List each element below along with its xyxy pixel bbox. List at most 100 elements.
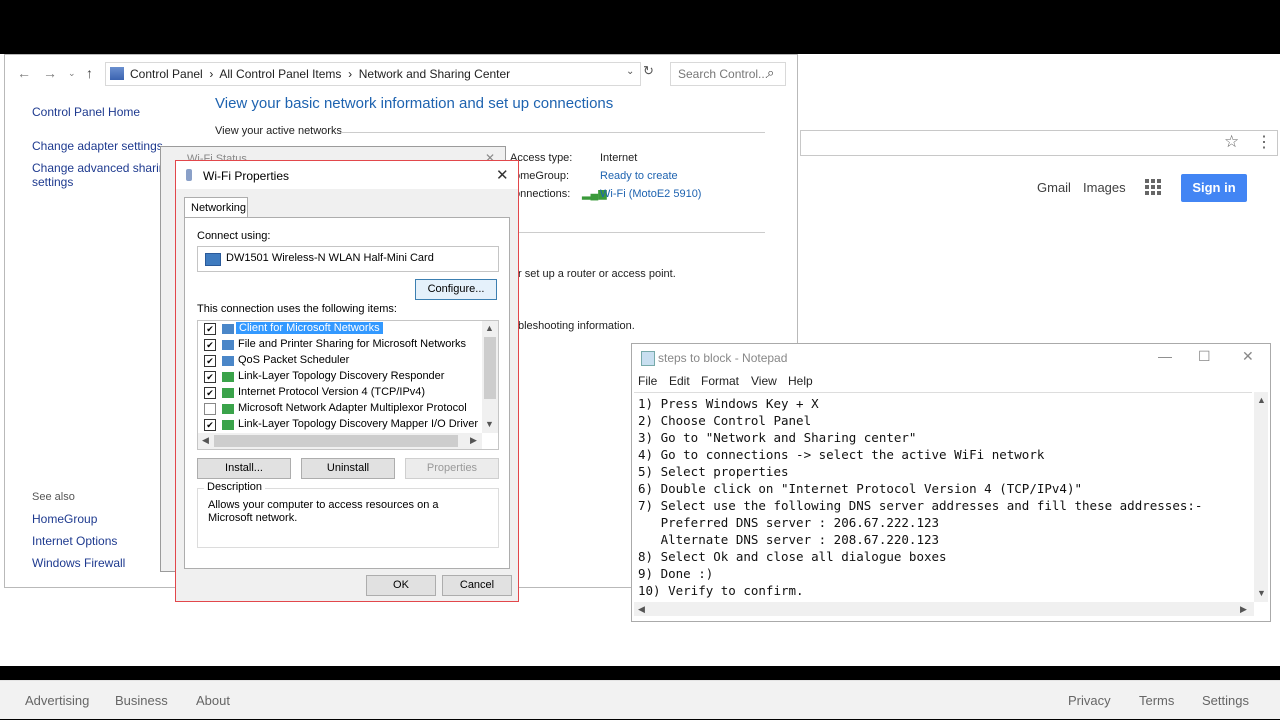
- adapter-field: DW1501 Wireless-N WLAN Half-Mini Card: [197, 246, 499, 272]
- close-icon[interactable]: ✕: [1242, 348, 1254, 365]
- setup-connection-text: r set up a router or access point.: [518, 268, 676, 280]
- scroll-thumb[interactable]: [214, 435, 458, 447]
- tab-label: Networking: [191, 202, 247, 214]
- wifi-properties-dialog: Wi-Fi Properties ✕ Networking Connect us…: [175, 160, 519, 602]
- properties-button[interactable]: Properties: [405, 458, 499, 479]
- list-item[interactable]: ✔ QoS Packet Scheduler: [198, 353, 482, 369]
- notepad-icon: [641, 351, 655, 366]
- checkbox[interactable]: ✔: [204, 371, 216, 383]
- horizontal-scrollbar[interactable]: ◀ ▶: [198, 433, 482, 449]
- list-item[interactable]: ✔ File and Printer Sharing for Microsoft…: [198, 337, 482, 353]
- install-button[interactable]: Install...: [197, 458, 291, 479]
- uninstall-button[interactable]: Uninstall: [301, 458, 395, 479]
- footer-about[interactable]: About: [196, 693, 230, 708]
- homegroup-link[interactable]: HomeGroup: [32, 512, 97, 526]
- access-type-value: Internet: [600, 152, 638, 164]
- windows-firewall-link[interactable]: Windows Firewall: [32, 556, 125, 570]
- list-item-label: File and Printer Sharing for Microsoft N…: [238, 338, 467, 350]
- menu-format[interactable]: Format: [701, 374, 739, 388]
- menu-help[interactable]: Help: [788, 374, 813, 388]
- network-client-icon: [222, 324, 234, 334]
- list-item[interactable]: ✔ Link-Layer Topology Discovery Responde…: [198, 369, 482, 385]
- menu-file[interactable]: File: [638, 374, 657, 388]
- search-input[interactable]: Search Control... ⌕: [670, 62, 786, 86]
- list-item[interactable]: ✔ Link-Layer Topology Discovery Mapper I…: [198, 417, 482, 433]
- editor-content: 1) Press Windows Key + X 2) Choose Contr…: [638, 396, 1203, 598]
- ok-button[interactable]: OK: [366, 575, 436, 596]
- close-icon[interactable]: ✕: [496, 166, 509, 184]
- protocol-icon: [222, 420, 234, 430]
- footer-settings[interactable]: Settings: [1202, 693, 1249, 708]
- scroll-down-icon[interactable]: ▼: [1257, 588, 1266, 598]
- scroll-left-icon[interactable]: ◀: [202, 435, 209, 446]
- change-adapter-settings-link[interactable]: Change adapter settings: [32, 139, 163, 153]
- gmail-link[interactable]: Gmail: [1037, 180, 1071, 195]
- description-legend: Description: [204, 481, 266, 493]
- browser-menu-icon[interactable]: ⋮: [1256, 132, 1272, 152]
- footer-terms[interactable]: Terms: [1139, 693, 1174, 708]
- footer-business[interactable]: Business: [115, 693, 168, 708]
- footer-advertising[interactable]: Advertising: [25, 693, 89, 708]
- checkbox[interactable]: ✔: [204, 339, 216, 351]
- menu-view[interactable]: View: [751, 374, 777, 388]
- change-advanced-sharing-link-cont[interactable]: settings: [32, 175, 73, 189]
- search-icon[interactable]: ⌕: [767, 65, 774, 81]
- checkbox[interactable]: ✔: [204, 419, 216, 431]
- description-group: Description Allows your computer to acce…: [197, 481, 499, 548]
- list-item-label: Client for Microsoft Networks: [236, 322, 383, 334]
- scroll-thumb[interactable]: [484, 337, 496, 399]
- cancel-button[interactable]: Cancel: [442, 575, 512, 596]
- vertical-scrollbar[interactable]: ▲ ▼: [1254, 392, 1268, 602]
- tab-networking[interactable]: Networking: [184, 197, 248, 218]
- breadcrumb[interactable]: Control Panel › All Control Panel Items …: [130, 67, 510, 81]
- scroll-up-icon[interactable]: ▲: [485, 323, 494, 333]
- recent-dropdown-icon[interactable]: ⌄: [68, 68, 76, 79]
- google-footer: Advertising Business About Privacy Terms…: [0, 680, 1280, 719]
- bookmark-star-icon[interactable]: ☆: [1224, 132, 1239, 152]
- footer-privacy[interactable]: Privacy: [1068, 693, 1111, 708]
- internet-options-link[interactable]: Internet Options: [32, 534, 117, 548]
- minimize-icon[interactable]: —: [1158, 348, 1172, 364]
- items-list: ✔ Client for Microsoft Networks ✔ File a…: [197, 320, 499, 450]
- change-advanced-sharing-link[interactable]: Change advanced sharing: [32, 161, 172, 175]
- configure-button[interactable]: Configure...: [415, 279, 497, 300]
- forward-arrow-icon[interactable]: →: [43, 65, 57, 81]
- checkbox[interactable]: ✔: [204, 355, 216, 367]
- chevron-down-icon[interactable]: ⌄: [626, 66, 634, 77]
- list-item-label: Internet Protocol Version 4 (TCP/IPv4): [238, 386, 426, 398]
- scroll-left-icon[interactable]: ◀: [638, 604, 645, 615]
- scroll-right-icon[interactable]: ▶: [1240, 604, 1247, 615]
- checkbox[interactable]: ✔: [204, 387, 216, 399]
- address-bar[interactable]: Control Panel › All Control Panel Items …: [105, 62, 641, 86]
- sign-in-button[interactable]: Sign in: [1181, 174, 1247, 202]
- apps-grid-icon[interactable]: [1145, 179, 1161, 195]
- adapter-name: DW1501 Wireless-N WLAN Half-Mini Card: [226, 252, 434, 264]
- wifi-connection-link[interactable]: Wi-Fi (MotoE2 5910): [600, 188, 701, 200]
- scroll-up-icon[interactable]: ▲: [1257, 395, 1266, 405]
- checkbox[interactable]: ✔: [204, 323, 216, 335]
- menu-bar: File Edit Format View Help: [632, 374, 1270, 390]
- refresh-icon[interactable]: ↻: [643, 63, 654, 79]
- checkbox[interactable]: [204, 403, 216, 415]
- list-item[interactable]: ✔ Internet Protocol Version 4 (TCP/IPv4): [198, 385, 482, 401]
- back-arrow-icon[interactable]: ←: [17, 65, 31, 81]
- list-item[interactable]: ✔ Client for Microsoft Networks: [198, 321, 482, 337]
- scroll-right-icon[interactable]: ▶: [470, 435, 477, 446]
- browser-address-bar[interactable]: [800, 130, 1278, 156]
- network-service-icon: [222, 356, 234, 366]
- images-link[interactable]: Images: [1083, 180, 1126, 195]
- list-item[interactable]: Microsoft Network Adapter Multiplexor Pr…: [198, 401, 482, 417]
- maximize-icon[interactable]: ☐: [1198, 348, 1211, 365]
- list-item-label: QoS Packet Scheduler: [238, 354, 350, 366]
- vertical-scrollbar[interactable]: ▲ ▼: [482, 321, 498, 433]
- list-item-label: Link-Layer Topology Discovery Mapper I/O…: [238, 418, 479, 430]
- horizontal-scrollbar[interactable]: ◀ ▶: [634, 602, 1254, 616]
- control-panel-icon: [110, 67, 124, 80]
- menu-edit[interactable]: Edit: [669, 374, 690, 388]
- scroll-down-icon[interactable]: ▼: [485, 419, 494, 429]
- troubleshoot-text: bleshooting information.: [518, 320, 635, 332]
- up-arrow-icon[interactable]: ↑: [86, 65, 93, 81]
- homegroup-value-link[interactable]: Ready to create: [600, 170, 678, 182]
- text-editor[interactable]: 1) Press Windows Key + X 2) Choose Contr…: [634, 392, 1252, 601]
- control-panel-home-link[interactable]: Control Panel Home: [32, 105, 140, 119]
